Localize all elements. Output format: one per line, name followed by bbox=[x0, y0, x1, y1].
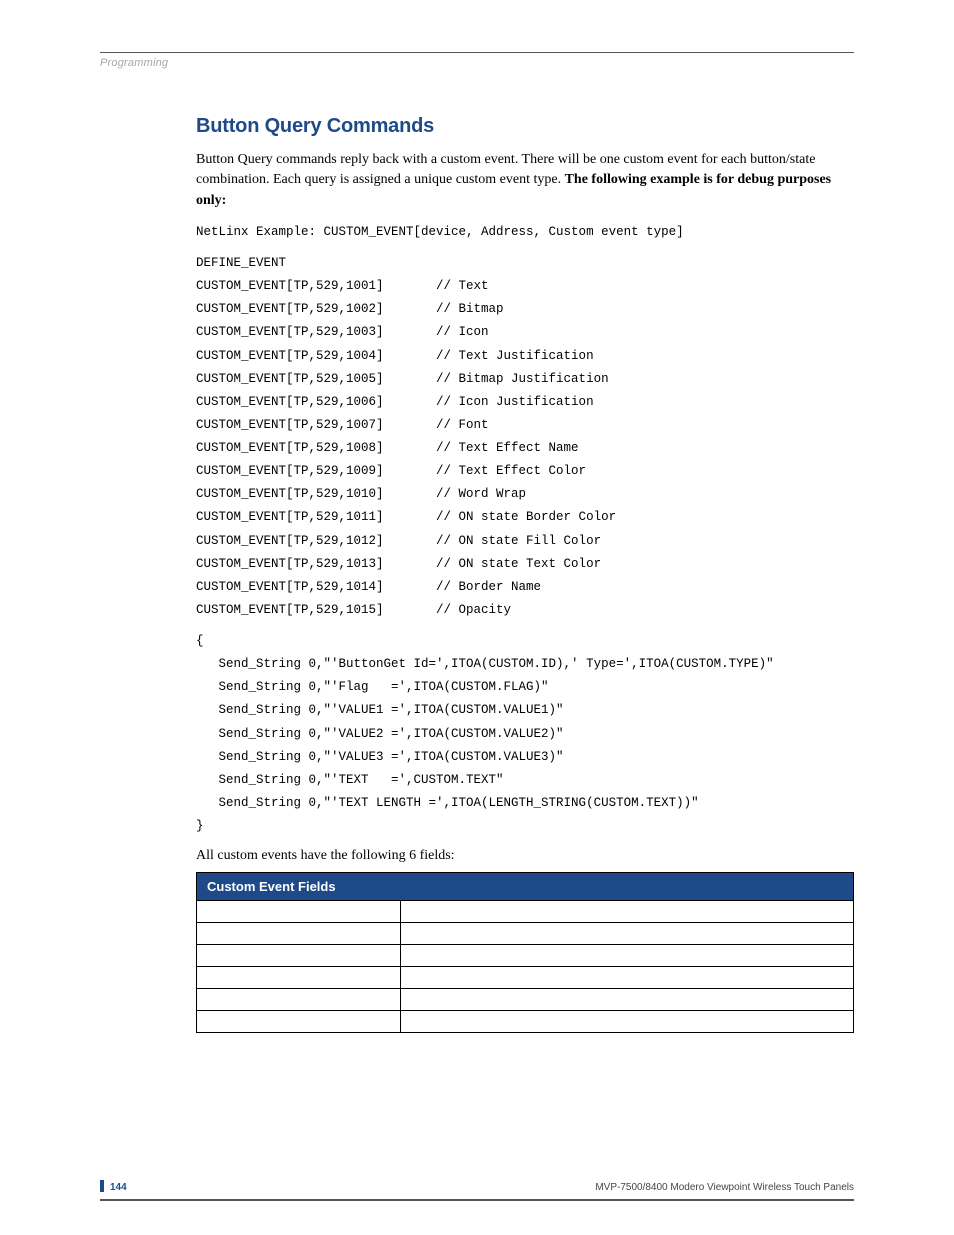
table-row bbox=[197, 945, 854, 967]
page-footer: 144 MVP-7500/8400 Modero Viewpoint Wirel… bbox=[100, 1180, 854, 1201]
table-cell bbox=[197, 1011, 401, 1033]
table-row bbox=[197, 923, 854, 945]
custom-event-fields-table: Custom Event Fields bbox=[196, 872, 854, 1033]
table-cell bbox=[400, 901, 853, 923]
code-body-block: { Send_String 0,"'ButtonGet Id=',ITOA(CU… bbox=[196, 630, 854, 838]
header-rule bbox=[100, 52, 854, 53]
page-number: 144 bbox=[100, 1180, 127, 1193]
table-row bbox=[197, 989, 854, 1011]
table-cell bbox=[197, 967, 401, 989]
table-cell bbox=[400, 989, 853, 1011]
table-cell bbox=[400, 1011, 853, 1033]
table-cell bbox=[197, 945, 401, 967]
footer-rule bbox=[100, 1199, 854, 1201]
table-cell bbox=[400, 945, 853, 967]
table-row bbox=[197, 901, 854, 923]
table-row bbox=[197, 967, 854, 989]
table-cell bbox=[197, 901, 401, 923]
outro-text: All custom events have the following 6 f… bbox=[196, 848, 854, 864]
table-cell bbox=[197, 989, 401, 1011]
table-cell bbox=[400, 967, 853, 989]
table-cell bbox=[400, 923, 853, 945]
table-cell bbox=[197, 923, 401, 945]
header-section-label: Programming bbox=[100, 57, 854, 69]
table-header: Custom Event Fields bbox=[197, 873, 854, 901]
code-example-line: NetLinx Example: CUSTOM_EVENT[device, Ad… bbox=[196, 221, 854, 244]
doc-title: MVP-7500/8400 Modero Viewpoint Wireless … bbox=[595, 1182, 854, 1193]
intro-text: Button Query commands reply back with a … bbox=[196, 150, 854, 211]
section-title: Button Query Commands bbox=[196, 115, 854, 138]
table-row bbox=[197, 1011, 854, 1033]
code-events-block: DEFINE_EVENT CUSTOM_EVENT[TP,529,1001] /… bbox=[196, 252, 854, 622]
